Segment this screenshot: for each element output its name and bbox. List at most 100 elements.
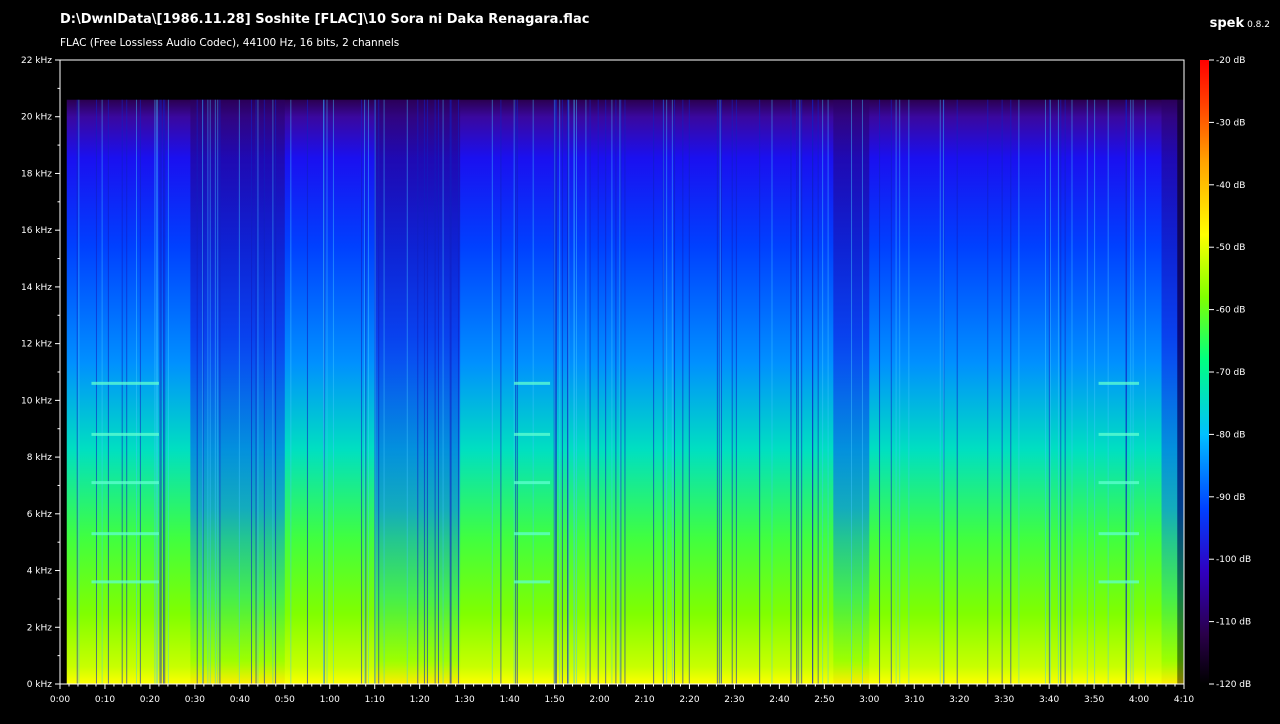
transient-streak — [368, 99, 370, 684]
transient-streak — [378, 99, 380, 684]
colorbar-tick-label: -20 dB — [1216, 56, 1245, 66]
transient-streak — [160, 99, 162, 684]
transient-streak — [939, 99, 941, 684]
tone-mark — [91, 481, 159, 485]
transient-streak — [615, 99, 617, 684]
transient-streak — [437, 99, 439, 684]
transient-streak — [164, 99, 166, 684]
transient-streak — [1094, 99, 1096, 684]
transient-streak — [76, 99, 78, 684]
transient-streak — [449, 99, 451, 684]
transient-streak — [272, 99, 274, 684]
transient-streak — [532, 99, 534, 684]
transient-streak — [666, 99, 668, 684]
transient-streak — [1107, 99, 1109, 684]
transient-streak — [1001, 99, 1003, 684]
transient-streak — [1048, 99, 1050, 684]
transient-streak — [157, 99, 159, 684]
transient-streak — [365, 99, 367, 684]
x-tick-label: 0:40 — [230, 695, 250, 705]
x-tick-label: 0:50 — [275, 695, 295, 705]
transient-streak — [209, 99, 211, 684]
transient-streak — [513, 99, 515, 684]
tone-mark — [1098, 580, 1140, 584]
transient-streak — [214, 99, 216, 684]
transient-streak — [155, 99, 157, 684]
transient-streak — [423, 99, 425, 684]
transient-streak — [611, 99, 613, 684]
transient-streak — [167, 99, 169, 684]
transient-streak — [275, 99, 277, 684]
transient-streak — [154, 99, 156, 684]
transient-streak — [101, 99, 103, 684]
transient-streak — [450, 99, 452, 684]
transient-streak — [799, 99, 801, 684]
tone-mark — [91, 381, 159, 385]
x-tick-label: 2:40 — [769, 695, 789, 705]
transient-streak — [1049, 99, 1051, 684]
y-tick-label: 8 kHz — [27, 453, 53, 463]
transient-streak — [516, 99, 518, 684]
transient-streak — [1144, 99, 1146, 684]
x-tick-label: 3:20 — [949, 695, 969, 705]
transient-streak — [406, 99, 408, 684]
x-tick-label: 2:10 — [634, 695, 654, 705]
x-tick-label: 1:40 — [499, 695, 519, 705]
transient-streak — [559, 99, 561, 684]
transient-streak — [576, 99, 578, 684]
transient-streak — [812, 99, 814, 684]
transient-streak — [207, 99, 209, 684]
tone-mark — [1098, 532, 1140, 536]
x-tick-label: 0:10 — [95, 695, 115, 705]
transient-streak — [735, 99, 737, 684]
tone-mark — [1098, 481, 1140, 485]
transient-streak — [653, 99, 655, 684]
x-tick-label: 2:20 — [679, 695, 699, 705]
transient-streak — [942, 99, 944, 684]
colorbar-tick-label: -30 dB — [1216, 118, 1245, 128]
transient-streak — [790, 99, 792, 684]
colorbar — [1200, 60, 1209, 684]
x-tick-label: 1:10 — [365, 695, 385, 705]
colorbar-tick-label: -120 dB — [1216, 680, 1251, 690]
transient-streak — [899, 99, 901, 684]
tone-mark — [1098, 381, 1140, 385]
transient-streak — [956, 99, 958, 684]
x-axis: 0:00 0:10 0:20 0:30 0:40 0:50 1:00 1:10 1:20 1:30… — [50, 684, 1194, 705]
transient-streak — [827, 99, 829, 684]
transient-streak — [202, 99, 204, 684]
transient-streak — [426, 99, 428, 684]
x-tick-label: 3:10 — [904, 695, 924, 705]
y-tick-label: 14 kHz — [21, 283, 52, 293]
transient-streak — [323, 99, 325, 684]
transient-streak — [759, 99, 761, 684]
transient-streak — [457, 99, 459, 684]
colorbar-tick-label: -40 dB — [1216, 181, 1245, 191]
transient-streak — [720, 99, 722, 684]
transient-streak — [251, 99, 253, 684]
colorbar-tick-label: -110 dB — [1216, 618, 1251, 628]
transient-streak — [363, 99, 365, 684]
transient-streak — [306, 99, 308, 684]
tone-mark — [514, 481, 551, 485]
transient-streak — [196, 99, 198, 684]
x-tick-label: 0:00 — [50, 695, 70, 705]
x-tick-label: 2:30 — [724, 695, 744, 705]
colorbar-tick-label: -100 dB — [1216, 555, 1251, 565]
transient-streak — [326, 99, 328, 684]
y-axis: 0 kHz 2 kHz 4 kHz 6 kHz 8 kHz 10 kHz 12 kHz 14 … — [21, 56, 60, 690]
transient-streak — [238, 99, 240, 684]
transient-streak — [159, 99, 161, 684]
transient-streak — [500, 99, 502, 684]
transient-streak — [163, 99, 165, 684]
y-tick-label: 2 kHz — [27, 623, 53, 633]
transient-streak — [987, 99, 989, 684]
transient-streak — [491, 99, 493, 684]
transient-streak — [624, 99, 626, 684]
transient-streak — [895, 99, 897, 684]
transient-streak — [1064, 99, 1066, 684]
transient-streak — [1086, 99, 1088, 684]
transient-streak — [671, 99, 673, 684]
transient-streak — [1060, 99, 1062, 684]
transient-streak — [1130, 99, 1132, 684]
